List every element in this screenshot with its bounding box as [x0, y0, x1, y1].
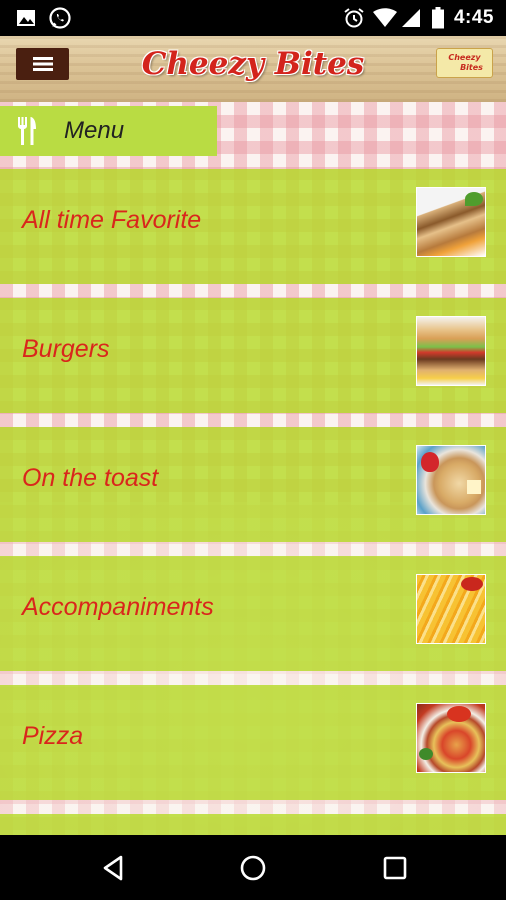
menu-item-label: Accompaniments — [22, 593, 214, 621]
brand-logo: Cheezy Bites — [436, 48, 493, 78]
brand-title: Cheezy Bites — [141, 46, 365, 82]
menu-item-label: All time Favorite — [22, 206, 202, 234]
menu-list: All time Favorite Burgers On the toast A… — [0, 102, 506, 835]
brand-logo-line1: Cheezy — [448, 53, 481, 62]
menu-item-label: Pizza — [22, 722, 84, 750]
signal-icon — [402, 9, 420, 27]
image-icon — [17, 10, 35, 26]
back-icon[interactable] — [99, 853, 129, 883]
wifi-icon — [373, 8, 397, 27]
toast-image — [416, 445, 486, 515]
battery-icon — [432, 7, 444, 29]
app-header: Cheezy Bites Cheezy Bites — [0, 36, 506, 102]
pepper — [447, 706, 471, 722]
menu-item-pizza[interactable]: Pizza — [0, 685, 506, 800]
burger-image — [416, 316, 486, 386]
pizza-image — [416, 703, 486, 773]
menu-item-partial[interactable] — [0, 814, 506, 835]
ketchup-cup — [461, 577, 483, 591]
brand-logo-line2: Bites — [460, 63, 483, 72]
home-icon[interactable] — [238, 853, 268, 883]
sandwich-image — [416, 187, 486, 257]
fries-image — [416, 574, 486, 644]
strawberry — [421, 452, 439, 472]
status-bar: 4:45 — [0, 0, 506, 36]
recents-icon[interactable] — [380, 853, 410, 883]
butter-pat — [467, 480, 481, 494]
garnish-leaf — [465, 192, 483, 206]
menu-item-accompaniments[interactable]: Accompaniments — [0, 556, 506, 671]
alarm-icon — [344, 8, 364, 28]
menu-item-all-time-favorite[interactable]: All time Favorite — [0, 169, 506, 284]
menu-item-label: On the toast — [22, 464, 159, 492]
menu-content: Menu All time Favorite Burgers On the to… — [0, 102, 506, 835]
whatsapp-icon — [49, 7, 71, 29]
menu-item-label: Burgers — [22, 335, 110, 363]
status-time: 4:45 — [453, 7, 494, 28]
menu-item-on-the-toast[interactable]: On the toast — [0, 427, 506, 542]
menu-item-burgers[interactable]: Burgers — [0, 298, 506, 413]
navigation-bar — [0, 835, 506, 900]
basil — [419, 748, 433, 760]
